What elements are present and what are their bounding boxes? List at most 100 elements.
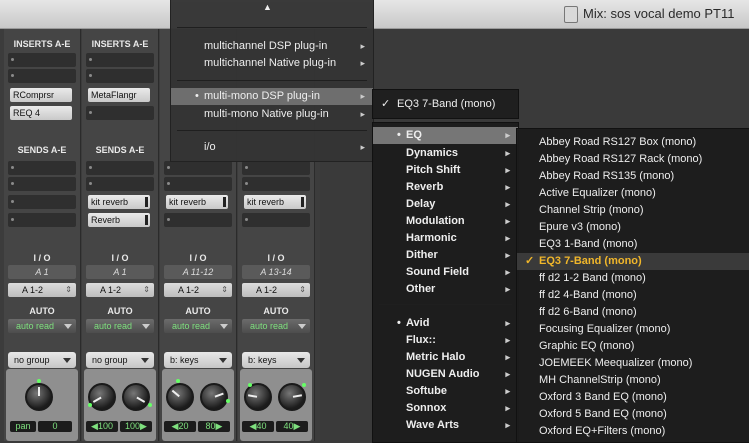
menu-item-category-dynamics[interactable]: Dynamics ▸: [373, 145, 518, 162]
menu-item-plugin[interactable]: Focusing Equalizer (mono): [517, 321, 749, 338]
insert-slot[interactable]: [86, 69, 154, 83]
menu-item-multichannel-dsp[interactable]: multichannel DSP plug-in ▸: [171, 38, 373, 55]
menu-item-category-dither[interactable]: Dither ▸: [373, 247, 518, 264]
menu-item-plugin[interactable]: JOEMEEK Meequalizer (mono): [517, 355, 749, 372]
menu-item-plugin[interactable]: MH ChannelStrip (mono): [517, 372, 749, 389]
pan-left-value[interactable]: ◀40: [242, 421, 274, 432]
menu-item-plugin[interactable]: Abbey Road RS127 Box (mono): [517, 134, 749, 151]
send-button[interactable]: kit reverb: [244, 195, 306, 209]
auto-header: AUTO: [185, 306, 211, 316]
insert-slot[interactable]: [86, 106, 154, 120]
menu-item-category-delay[interactable]: Delay ▸: [373, 196, 518, 213]
menu-item-multimono-dsp[interactable]: • multi-mono DSP plug-in ▸: [171, 88, 373, 105]
insert-slot[interactable]: [8, 53, 76, 67]
automation-mode-selector[interactable]: auto read: [164, 319, 232, 333]
group-selector[interactable]: b: keys: [164, 352, 232, 368]
group-selector[interactable]: b: keys: [242, 352, 310, 368]
send-slot[interactable]: [8, 177, 76, 191]
menu-item-plugin[interactable]: Abbey Road RS135 (mono): [517, 168, 749, 185]
menu-item-plugin[interactable]: ff d2 1-2 Band (mono): [517, 270, 749, 287]
send-slot[interactable]: [86, 161, 154, 175]
automation-mode-selector[interactable]: auto read: [242, 319, 310, 333]
output-selector[interactable]: A 1-2 ⇕: [164, 283, 232, 297]
pan-right-value[interactable]: 80▶: [198, 421, 230, 432]
input-selector[interactable]: A 1: [86, 265, 154, 279]
menu-item-multichannel-native[interactable]: multichannel Native plug-in ▸: [171, 55, 373, 72]
insert-plugin-button[interactable]: RComprsr: [10, 88, 72, 102]
menu-item-category-eq[interactable]: • EQ ▸: [373, 127, 518, 144]
menu-item-vendor-flux[interactable]: Flux:: ▸: [373, 332, 518, 349]
menu-item-plugin[interactable]: Graphic EQ (mono): [517, 338, 749, 355]
group-selector[interactable]: no group: [86, 352, 154, 368]
pan-left-knob[interactable]: [166, 379, 194, 411]
input-selector[interactable]: A 13-14: [242, 265, 310, 279]
send-slot[interactable]: [8, 195, 76, 209]
menu-item-plugin[interactable]: Abbey Road RS127 Rack (mono): [517, 151, 749, 168]
menu-item-plugin[interactable]: EQ3 1-Band (mono): [517, 236, 749, 253]
menu-item-category-modulation[interactable]: Modulation ▸: [373, 213, 518, 230]
menu-item-eq3-7band[interactable]: ✓ EQ3 7-Band (mono): [373, 93, 518, 115]
automation-mode-selector[interactable]: auto read: [86, 319, 154, 333]
pan-value[interactable]: 0: [38, 421, 72, 432]
menu-item-vendor-sonnox[interactable]: Sonnox ▸: [373, 400, 518, 417]
insert-slot[interactable]: [86, 53, 154, 67]
group-selector[interactable]: no group: [8, 352, 76, 368]
menu-item-plugin[interactable]: ff d2 4-Band (mono): [517, 287, 749, 304]
menu-item-io[interactable]: i/o ▸: [171, 139, 373, 156]
menu-item-plugin[interactable]: Channel Strip (mono): [517, 202, 749, 219]
document-icon: [564, 6, 578, 23]
pan-knob[interactable]: [25, 379, 53, 411]
menu-item-category-reverb[interactable]: Reverb ▸: [373, 179, 518, 196]
menu-item-plugin[interactable]: Oxford 3 Band EQ (mono): [517, 389, 749, 406]
menu-item-vendor-softube[interactable]: Softube ▸: [373, 383, 518, 400]
pan-right-value[interactable]: 100▶: [120, 421, 152, 432]
menu-item-vendor-avid[interactable]: • Avid ▸: [373, 315, 518, 332]
input-selector[interactable]: A 1: [8, 265, 76, 279]
menu-item-plugin[interactable]: ff d2 6-Band (mono): [517, 304, 749, 321]
menu-item-multimono-native[interactable]: multi-mono Native plug-in ▸: [171, 106, 373, 123]
output-selector[interactable]: A 1-2 ⇕: [242, 283, 310, 297]
menu-item-category-other[interactable]: Other ▸: [373, 281, 518, 298]
menu-item-category-harmonic[interactable]: Harmonic ▸: [373, 230, 518, 247]
plugin-type-menu: ▲ multichannel DSP plug-in ▸ multichannel…: [170, 0, 374, 162]
insert-plugin-button[interactable]: MetaFlangr: [88, 88, 150, 102]
input-selector[interactable]: A 11-12: [164, 265, 232, 279]
send-slot[interactable]: [164, 213, 232, 227]
pan-right-value[interactable]: 40▶: [276, 421, 308, 432]
menu-item-vendor-nugen-audio[interactable]: NUGEN Audio ▸: [373, 366, 518, 383]
menu-scroll-up-arrow[interactable]: ▲: [171, 0, 373, 14]
send-button[interactable]: kit reverb: [88, 195, 150, 209]
pan-left-knob[interactable]: [88, 383, 116, 411]
output-selector[interactable]: A 1-2 ⇕: [8, 283, 76, 297]
automation-mode-selector[interactable]: auto read: [8, 319, 76, 333]
send-slot[interactable]: [242, 177, 310, 191]
menu-item-plugin-selected[interactable]: ✓ EQ3 7-Band (mono): [517, 253, 749, 270]
send-slot[interactable]: [242, 161, 310, 175]
output-selector[interactable]: A 1-2 ⇕: [86, 283, 154, 297]
insert-slot[interactable]: [8, 69, 76, 83]
menu-item-category-pitch-shift[interactable]: Pitch Shift ▸: [373, 162, 518, 179]
send-slot[interactable]: [8, 161, 76, 175]
pan-left-value[interactable]: ◀100: [86, 421, 118, 432]
menu-item-plugin[interactable]: Active Equalizer (mono): [517, 185, 749, 202]
menu-item-category-sound-field[interactable]: Sound Field ▸: [373, 264, 518, 281]
send-slot[interactable]: [164, 161, 232, 175]
menu-item-vendor-metric-halo[interactable]: Metric Halo ▸: [373, 349, 518, 366]
menu-item-plugin[interactable]: Oxford 5 Band EQ (mono): [517, 406, 749, 423]
send-slot[interactable]: [164, 177, 232, 191]
pan-right-knob[interactable]: [278, 383, 306, 411]
send-slot[interactable]: [8, 213, 76, 227]
send-button[interactable]: kit reverb: [166, 195, 228, 209]
send-slot[interactable]: [242, 213, 310, 227]
menu-item-vendor-wave-arts[interactable]: Wave Arts ▸: [373, 417, 518, 434]
insert-plugin-button[interactable]: REQ 4: [10, 106, 72, 120]
menu-item-plugin[interactable]: Oxford EQ+Filters (mono): [517, 423, 749, 440]
pan-left-knob[interactable]: [244, 383, 272, 411]
pan-right-knob[interactable]: [122, 383, 152, 411]
menu-item-plugin[interactable]: Epure v3 (mono): [517, 219, 749, 236]
checkmark-icon: ✓: [381, 98, 391, 110]
pan-left-value[interactable]: ◀20: [164, 421, 196, 432]
pan-right-knob[interactable]: [200, 383, 230, 411]
send-button[interactable]: Reverb: [88, 213, 150, 227]
send-slot[interactable]: [86, 177, 154, 191]
